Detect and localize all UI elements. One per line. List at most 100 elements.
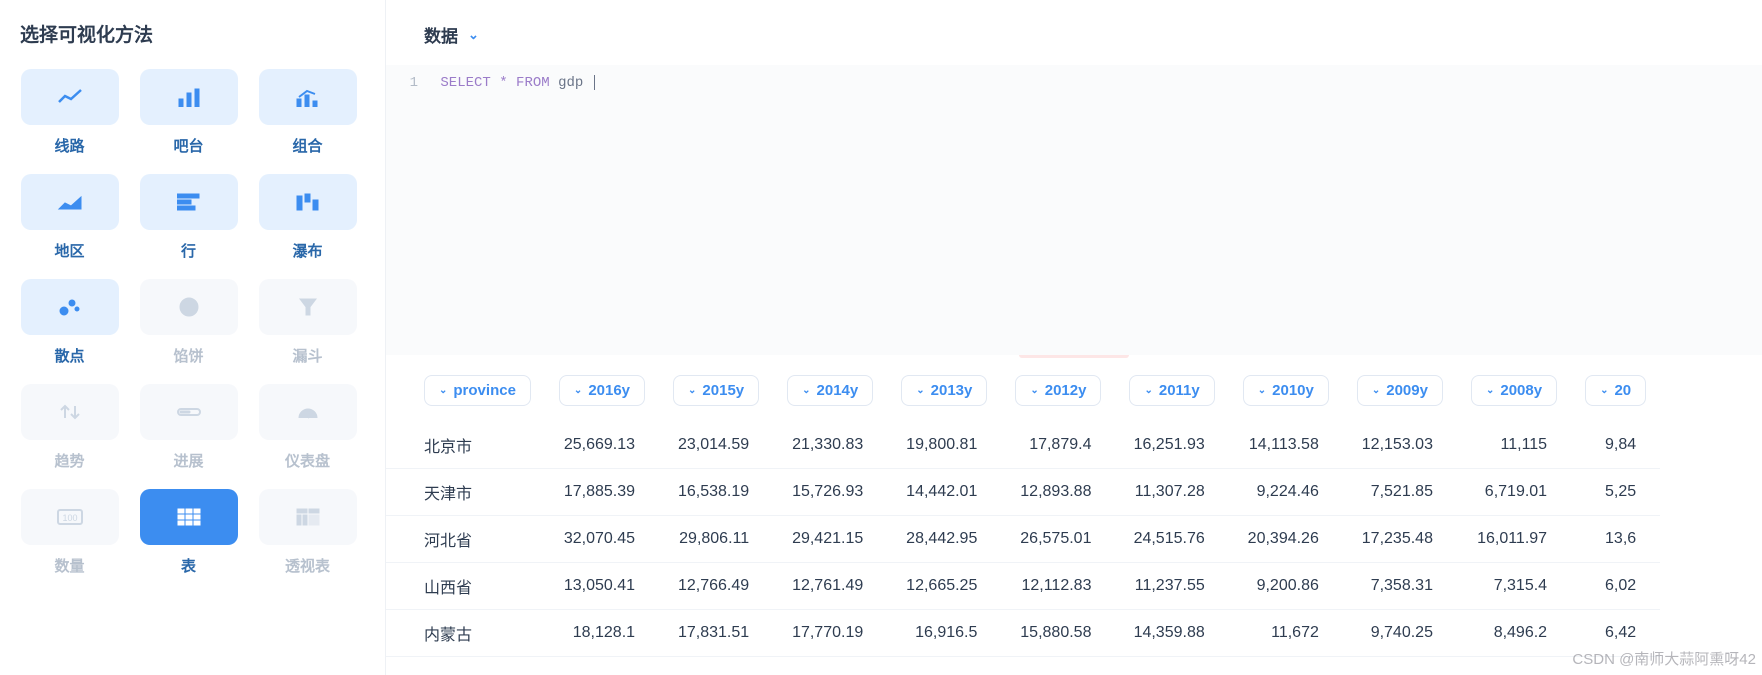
viz-label: 数量: [54, 555, 84, 576]
chevron-down-icon: ⌄: [688, 385, 696, 396]
viz-option-bar[interactable]: 吧台: [139, 69, 238, 156]
viz-option-trend: 趋势: [20, 384, 119, 471]
table-row: 内蒙古18,128.117,831.5117,770.1916,916.515,…: [386, 610, 1660, 657]
column-header-2008y[interactable]: ⌄2008y: [1471, 375, 1557, 406]
row-value: 14,359.88: [1115, 610, 1228, 657]
chevron-down-icon: ⌄: [1144, 385, 1152, 396]
row-value: 11,115: [1457, 422, 1571, 469]
row-value: 29,806.11: [659, 516, 773, 563]
viz-label: 趋势: [54, 450, 84, 471]
viz-option-waterfall[interactable]: 瀑布: [258, 174, 357, 261]
sidebar-title: 选择可视化方法: [20, 20, 357, 47]
column-header-province[interactable]: ⌄province: [424, 375, 531, 406]
row-value: 32,070.45: [545, 516, 659, 563]
viz-label: 线路: [54, 135, 84, 156]
viz-label: 散点: [54, 345, 84, 366]
row-value: 16,538.19: [659, 469, 773, 516]
row-value: 12,761.49: [773, 563, 887, 610]
viz-label: 透视表: [285, 555, 330, 576]
funnel-icon: [259, 279, 357, 335]
chevron-down-icon: ⌄: [439, 385, 447, 396]
row-value: 12,766.49: [659, 563, 773, 610]
resize-handle[interactable]: [1019, 355, 1129, 358]
row-value: 14,442.01: [887, 469, 1001, 516]
column-header-2009y[interactable]: ⌄2009y: [1357, 375, 1443, 406]
main-panel: 数据 ⌄ 1 SELECT * FROM gdp ⌄province ⌄2016y…: [385, 0, 1762, 675]
chevron-down-icon: ⌄: [916, 385, 924, 396]
column-header-2016y[interactable]: ⌄2016y: [559, 375, 645, 406]
row-value: 21,330.83: [773, 422, 887, 469]
line-number: 1: [386, 75, 432, 91]
column-header-20[interactable]: ⌄20: [1585, 375, 1646, 406]
row-province: 山西省: [386, 563, 545, 610]
data-table: ⌄province⌄2016y⌄2015y⌄2014y⌄2013y⌄2012y⌄…: [386, 365, 1660, 657]
main-header-label: 数据: [424, 22, 458, 47]
column-header-2015y[interactable]: ⌄2015y: [673, 375, 759, 406]
viz-label: 组合: [292, 135, 322, 156]
viz-option-area[interactable]: 地区: [20, 174, 119, 261]
progress-icon: [140, 384, 238, 440]
viz-label: 行: [181, 240, 196, 261]
combo-icon: [259, 69, 357, 125]
chevron-down-icon: ⌄: [1486, 385, 1494, 396]
chevron-down-icon: ⌄: [1030, 385, 1038, 396]
row-value: 7,521.85: [1343, 469, 1457, 516]
row-province: 内蒙古: [386, 610, 545, 657]
row-province: 河北省: [386, 516, 545, 563]
table-row: 山西省13,050.4112,766.4912,761.4912,665.251…: [386, 563, 1660, 610]
viz-option-number: 100 数量: [20, 489, 119, 576]
number-icon: 100: [21, 489, 119, 545]
viz-label: 瀑布: [292, 240, 322, 261]
data-section-toggle[interactable]: 数据 ⌄: [386, 0, 1762, 65]
area-icon: [21, 174, 119, 230]
row-value: 20,394.26: [1229, 516, 1343, 563]
row-province: 北京市: [386, 422, 545, 469]
column-header-2010y[interactable]: ⌄2010y: [1243, 375, 1329, 406]
row-value: 16,916.5: [887, 610, 1001, 657]
row-value: 6,02: [1571, 563, 1660, 610]
scatter-icon: [21, 279, 119, 335]
viz-option-table[interactable]: 表: [139, 489, 238, 576]
row-icon: [140, 174, 238, 230]
trend-icon: [21, 384, 119, 440]
row-value: 29,421.15: [773, 516, 887, 563]
viz-option-funnel: 漏斗: [258, 279, 357, 366]
row-value: 15,880.58: [1001, 610, 1115, 657]
sql-editor[interactable]: 1 SELECT * FROM gdp: [386, 65, 1762, 355]
viz-label: 仪表盘: [285, 450, 330, 471]
gauge-icon: [259, 384, 357, 440]
column-header-2011y[interactable]: ⌄2011y: [1129, 375, 1214, 406]
chevron-down-icon: ⌄: [802, 385, 810, 396]
column-header-2014y[interactable]: ⌄2014y: [787, 375, 873, 406]
row-value: 16,011.97: [1457, 516, 1571, 563]
row-value: 11,307.28: [1115, 469, 1228, 516]
table-icon: [140, 489, 238, 545]
chevron-down-icon: ⌄: [468, 27, 479, 43]
table-row: 天津市17,885.3916,538.1915,726.9314,442.011…: [386, 469, 1660, 516]
row-value: 13,050.41: [545, 563, 659, 610]
viz-option-scatter[interactable]: 散点: [20, 279, 119, 366]
viz-option-row[interactable]: 行: [139, 174, 238, 261]
chevron-down-icon: ⌄: [1258, 385, 1266, 396]
row-value: 6,719.01: [1457, 469, 1571, 516]
viz-label: 进展: [173, 450, 203, 471]
svg-text:100: 100: [62, 513, 77, 523]
pie-icon: [140, 279, 238, 335]
row-value: 5,25: [1571, 469, 1660, 516]
viz-option-combo[interactable]: 组合: [258, 69, 357, 156]
row-value: 7,358.31: [1343, 563, 1457, 610]
row-value: 13,6: [1571, 516, 1660, 563]
row-value: 19,800.81: [887, 422, 1001, 469]
table-row: 河北省32,070.4529,806.1129,421.1528,442.952…: [386, 516, 1660, 563]
row-value: 16,251.93: [1115, 422, 1228, 469]
row-value: 12,893.88: [1001, 469, 1115, 516]
pivot-icon: [259, 489, 357, 545]
row-value: 9,740.25: [1343, 610, 1457, 657]
column-header-2012y[interactable]: ⌄2012y: [1015, 375, 1101, 406]
row-value: 18,128.1: [545, 610, 659, 657]
column-header-2013y[interactable]: ⌄2013y: [901, 375, 987, 406]
viz-option-line[interactable]: 线路: [20, 69, 119, 156]
table-scroll[interactable]: ⌄province⌄2016y⌄2015y⌄2014y⌄2013y⌄2012y⌄…: [386, 365, 1762, 675]
row-province: 天津市: [386, 469, 545, 516]
chevron-down-icon: ⌄: [1600, 385, 1608, 396]
